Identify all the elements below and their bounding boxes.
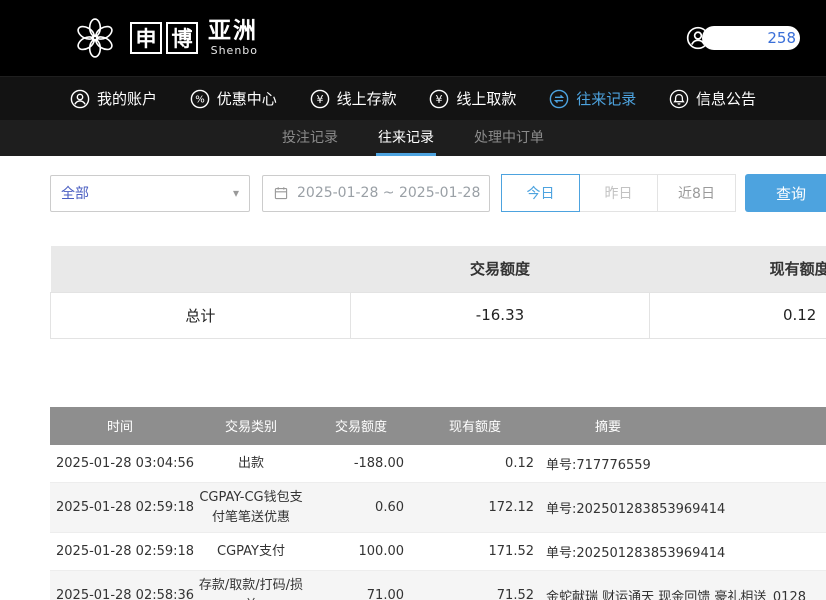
svg-text:¥: ¥: [436, 92, 443, 105]
cell-summary: 金蛇献瑞 财运通天 现金回馈 豪礼相送_0128: [540, 571, 826, 600]
nav-item-label: 线上存款: [337, 88, 397, 109]
search-button[interactable]: 查询: [745, 174, 826, 212]
cell-balance: 171.52: [410, 533, 540, 571]
nav-item-label: 往来记录: [576, 88, 636, 109]
filter-bar: 全部 ▾ 2025-01-28 ~ 2025-01-28 今日 昨日 近8日 查…: [50, 174, 826, 212]
nav-item-transaction-records[interactable]: 往来记录: [549, 88, 636, 109]
cell-type: 出款: [190, 445, 312, 483]
record-type-value: 全部: [61, 183, 89, 203]
record-type-select[interactable]: 全部 ▾: [50, 175, 250, 212]
cell-type: CGPAY-CG钱包支付笔笔送优惠: [190, 483, 312, 533]
date-range-input[interactable]: 2025-01-28 ~ 2025-01-28: [262, 175, 490, 212]
username-suffix: 258: [767, 29, 796, 47]
cell-amount: 0.60: [312, 483, 410, 533]
calendar-icon: [273, 185, 289, 201]
summary-total-label: 总计: [51, 292, 351, 338]
promo-icon: %: [190, 89, 210, 109]
records-table: 时间 交易类别 交易额度 现有额度 摘要 2025-01-28 03:04:56…: [50, 407, 826, 600]
nav-item-online-deposit[interactable]: ¥ 线上存款: [310, 88, 397, 109]
sub-nav: 投注记录 往来记录 处理中订单: [0, 120, 826, 156]
col-header-type: 交易类别: [190, 407, 312, 445]
cell-time: 2025-01-28 02:59:18: [50, 483, 190, 533]
date-range-value: 2025-01-28 ~ 2025-01-28: [297, 185, 480, 201]
brand-text-group: 亚洲 Shenbo: [208, 19, 258, 57]
cell-summary: 单号:717776559: [540, 445, 826, 483]
table-row: 2025-01-28 02:58:36 存款/取款/打码/损益 71.00 71…: [50, 571, 826, 600]
cell-balance: 172.12: [410, 483, 540, 533]
transfer-arrows-icon: [549, 89, 569, 109]
summary-total-row: 总计 -16.33 0.12: [51, 292, 826, 338]
cell-time: 2025-01-28 02:58:36: [50, 571, 190, 600]
col-header-balance: 现有额度: [410, 407, 540, 445]
brand-logo[interactable]: 申 博 亚洲 Shenbo: [72, 15, 258, 61]
nav-item-label: 优惠中心: [217, 88, 277, 109]
brand-char-box-2: 博: [166, 22, 198, 54]
cell-amount: 71.00: [312, 571, 410, 600]
col-header-amount: 交易额度: [312, 407, 410, 445]
cell-time: 2025-01-28 03:04:56: [50, 445, 190, 483]
tab-label: 往来记录: [378, 127, 434, 147]
quick-date-group: 今日 昨日 近8日: [502, 174, 736, 212]
flower-logo-icon: [72, 15, 118, 61]
top-header: 申 博 亚洲 Shenbo 258: [0, 0, 826, 76]
cell-amount: -188.00: [312, 445, 410, 483]
page: 申 博 亚洲 Shenbo 258 我的账户: [0, 0, 826, 600]
last-8-days-button[interactable]: 近8日: [657, 174, 736, 212]
nav-item-announcements[interactable]: 信息公告: [669, 88, 756, 109]
deposit-coin-icon: ¥: [310, 89, 330, 109]
cell-summary: 单号:202501283853969414: [540, 533, 826, 571]
svg-text:¥: ¥: [316, 92, 323, 105]
col-header-time: 时间: [50, 407, 190, 445]
main-nav: 我的账户 % 优惠中心 ¥ 线上存款 ¥ 线上取款: [0, 76, 826, 120]
nav-item-promotions[interactable]: % 优惠中心: [190, 88, 277, 109]
tab-label: 处理中订单: [474, 127, 544, 147]
bell-icon: [669, 89, 689, 109]
records-header-row: 时间 交易类别 交易额度 现有额度 摘要: [50, 407, 826, 445]
svg-text:%: %: [195, 94, 205, 105]
yesterday-button[interactable]: 昨日: [579, 174, 658, 212]
nav-item-my-account[interactable]: 我的账户: [70, 88, 157, 109]
cell-balance: 0.12: [410, 445, 540, 483]
tab-betting-records[interactable]: 投注记录: [280, 120, 340, 156]
cell-balance: 71.52: [410, 571, 540, 600]
summary-table: 交易额度 现有额度 总计 -16.33 0.12: [50, 246, 826, 339]
nav-item-label: 信息公告: [696, 88, 756, 109]
summary-header-row: 交易额度 现有额度: [51, 246, 826, 292]
cell-type: CGPAY支付: [190, 533, 312, 571]
today-button[interactable]: 今日: [501, 174, 580, 212]
brand-char-box-1: 申: [130, 22, 162, 54]
summary-header-amount: 交易额度: [350, 246, 650, 292]
tab-processing-orders[interactable]: 处理中订单: [472, 120, 546, 156]
summary-total-balance: 0.12: [650, 292, 826, 338]
nav-item-label: 我的账户: [97, 88, 157, 109]
table-row: 2025-01-28 03:04:56 出款 -188.00 0.12 单号:7…: [50, 445, 826, 483]
cell-amount: 100.00: [312, 533, 410, 571]
brand-region: 亚洲: [208, 19, 258, 44]
col-header-summary: 摘要: [540, 407, 826, 445]
nav-item-label: 线上取款: [456, 88, 516, 109]
tab-label: 投注记录: [282, 127, 338, 147]
content-area: 全部 ▾ 2025-01-28 ~ 2025-01-28 今日 昨日 近8日 查…: [0, 156, 826, 600]
table-row: 2025-01-28 02:59:18 CGPAY支付 100.00 171.5…: [50, 533, 826, 571]
tab-transaction-records[interactable]: 往来记录: [376, 120, 436, 156]
user-icon: [70, 89, 90, 109]
summary-header-blank: [51, 246, 351, 292]
withdraw-coin-icon: ¥: [429, 89, 449, 109]
nav-item-online-withdrawal[interactable]: ¥ 线上取款: [429, 88, 516, 109]
username-masked: 258: [702, 26, 800, 50]
chevron-down-icon: ▾: [233, 186, 239, 200]
cell-summary: 单号:202501283853969414: [540, 483, 826, 533]
summary-total-amount: -16.33: [350, 292, 650, 338]
cell-type: 存款/取款/打码/损益: [190, 571, 312, 600]
table-row: 2025-01-28 02:59:18 CGPAY-CG钱包支付笔笔送优惠 0.…: [50, 483, 826, 533]
user-account[interactable]: 258: [686, 26, 800, 50]
brand-latin: Shenbo: [211, 44, 258, 57]
summary-header-balance: 现有额度: [650, 246, 826, 292]
cell-time: 2025-01-28 02:59:18: [50, 533, 190, 571]
